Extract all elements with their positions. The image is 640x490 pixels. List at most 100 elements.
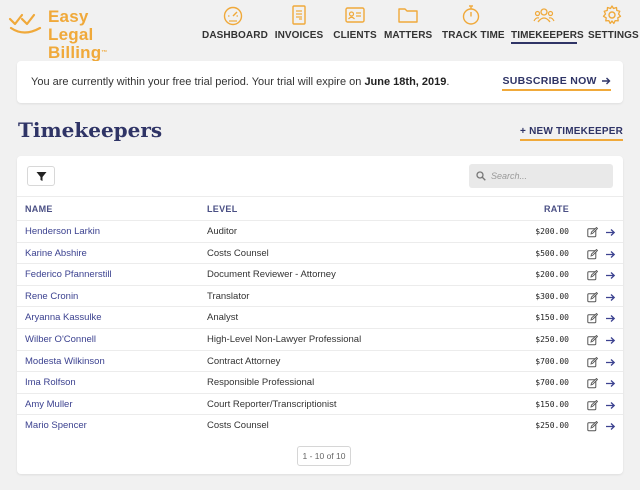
table-body: Henderson Larkin Auditor $200.00 Karine Abs… [17, 220, 623, 436]
arrow-right-icon[interactable] [605, 333, 616, 351]
arrow-right-icon[interactable] [605, 247, 616, 265]
timekeeper-name-link[interactable]: Rene Cronin [25, 291, 78, 302]
column-header-rate[interactable]: RATE [544, 204, 569, 214]
arrow-right-icon[interactable] [605, 225, 616, 243]
arrow-right-icon[interactable] [605, 398, 616, 416]
nav-clients-label: CLIENTS [333, 30, 377, 41]
arrow-right-icon[interactable] [605, 419, 616, 437]
checkmarks-logo-icon [8, 13, 42, 34]
arrow-right-icon[interactable] [605, 290, 616, 308]
new-timekeeper-label: NEW TIMEKEEPER [529, 126, 623, 137]
timekeeper-level: Court Reporter/Transcriptionist [207, 398, 337, 410]
id-card-icon [345, 7, 365, 23]
column-header-level[interactable]: LEVEL [207, 204, 238, 214]
nav-matters[interactable]: MATTERS [384, 4, 432, 48]
table-row[interactable]: Ima Rolfson Responsible Professional $700.… [17, 371, 623, 393]
edit-icon[interactable] [587, 355, 599, 373]
timekeeper-rate: $500.00 [535, 248, 569, 258]
timekeeper-rate: $250.00 [535, 421, 569, 431]
subscribe-now-link[interactable]: SUBSCRIBE NOW [502, 75, 611, 91]
app-logo[interactable]: Easy Legal Billing™ [8, 6, 118, 62]
nav-track-time-label: TRACK TIME [442, 30, 505, 41]
filter-icon [36, 172, 47, 181]
edit-icon[interactable] [587, 225, 599, 243]
nav-invoices-label: INVOICES [274, 30, 324, 41]
timekeeper-name-link[interactable]: Henderson Larkin [25, 226, 100, 237]
timekeeper-level: Translator [207, 290, 250, 302]
nav-timekeepers[interactable]: TIMEKEEPERS [511, 4, 584, 48]
timekeeper-name-link[interactable]: Modesta Wilkinson [25, 356, 105, 367]
arrow-right-icon [602, 77, 611, 85]
logo-wordmark: Easy Legal Billing™ [48, 8, 118, 62]
nav-dashboard-label: DASHBOARD [202, 30, 268, 41]
nav-timekeepers-label: TIMEKEEPERS [511, 30, 584, 44]
trial-expiry-date: June 18th, 2019 [364, 76, 447, 88]
new-timekeeper-button[interactable]: + NEW TIMEKEEPER [520, 126, 623, 141]
table-row[interactable]: Amy Muller Court Reporter/Transcriptionis… [17, 392, 623, 416]
timekeeper-name-link[interactable]: Ima Rolfson [25, 377, 76, 388]
timekeeper-name-link[interactable]: Karine Abshire [25, 248, 87, 259]
trial-message-period: . [446, 76, 450, 88]
arrow-right-icon[interactable] [605, 355, 616, 373]
timekeeper-level: Document Reviewer - Attorney [207, 269, 336, 281]
timekeeper-level: Contract Attorney [207, 355, 281, 367]
arrow-right-icon[interactable] [605, 376, 616, 394]
table-row[interactable]: Federico Pfannerstill Document Reviewer -… [17, 263, 623, 285]
edit-icon[interactable] [587, 290, 599, 308]
search-box [469, 164, 613, 188]
timekeeper-name-link[interactable]: Amy Muller [25, 399, 73, 410]
nav-matters-label: MATTERS [384, 30, 433, 41]
nav-settings[interactable]: SETTINGS [588, 4, 639, 48]
search-icon [476, 171, 486, 181]
arrow-right-icon[interactable] [605, 268, 616, 286]
timekeeper-level: Auditor [207, 226, 238, 237]
timekeeper-level: High-Level Non-Lawyer Professional [207, 333, 362, 345]
table-row[interactable]: Karine Abshire Costs Counsel $500.00 [17, 241, 623, 265]
timekeeper-rate: $150.00 [535, 399, 569, 409]
plus-icon: + [520, 126, 527, 137]
edit-icon[interactable] [587, 376, 599, 394]
logo-trademark: ™ [101, 50, 108, 56]
edit-icon[interactable] [587, 311, 599, 329]
top-header: Easy Legal Billing™ DASHBOARD INVOICES C… [0, 0, 640, 62]
table-row[interactable]: Rene Cronin Translator $300.00 [17, 284, 623, 308]
trial-banner: You are currently within your free trial… [17, 61, 623, 103]
timekeepers-card: NAME LEVEL RATE Henderson Larkin Auditor $… [17, 156, 623, 474]
table-row[interactable]: Mario Spencer Costs Counsel $250.00 [17, 414, 623, 436]
timekeeper-name-link[interactable]: Mario Spencer [25, 420, 87, 431]
timekeeper-name-link[interactable]: Aryanna Kassulke [25, 312, 102, 323]
edit-icon[interactable] [587, 247, 599, 265]
trial-message-text: You are currently within your free trial… [31, 76, 365, 88]
trial-message: You are currently within your free trial… [31, 76, 449, 88]
table-row[interactable]: Aryanna Kassulke Analyst $150.00 [17, 306, 623, 328]
search-input[interactable] [491, 167, 606, 185]
folder-icon [398, 8, 418, 23]
timekeeper-rate: $250.00 [535, 334, 569, 344]
edit-icon[interactable] [587, 398, 599, 416]
table-row[interactable]: Wilber O'Connell High-Level Non-Lawyer Pr… [17, 327, 623, 351]
filter-button[interactable] [27, 166, 55, 186]
nav-track-time[interactable]: TRACK TIME [442, 4, 505, 48]
timekeeper-level: Costs Counsel [207, 247, 269, 259]
table-header: NAME LEVEL RATE [17, 196, 623, 220]
edit-icon[interactable] [587, 333, 599, 351]
invoice-icon [292, 5, 306, 25]
timekeeper-name-link[interactable]: Federico Pfannerstill [25, 269, 112, 280]
users-icon [533, 8, 555, 23]
table-row[interactable]: Henderson Larkin Auditor $200.00 [17, 220, 623, 242]
edit-icon[interactable] [587, 268, 599, 286]
timekeeper-name-link[interactable]: Wilber O'Connell [25, 334, 96, 345]
main-nav: DASHBOARD INVOICES CLIENTS MATTERS TRACK… [200, 4, 640, 48]
table-row[interactable]: Modesta Wilkinson Contract Attorney $700.0… [17, 349, 623, 373]
edit-icon[interactable] [587, 419, 599, 437]
nav-clients[interactable]: CLIENTS [333, 4, 377, 48]
nav-invoices[interactable]: INVOICES [274, 4, 324, 48]
timekeeper-rate: $700.00 [535, 378, 569, 388]
logo-line1: Easy Legal [48, 7, 94, 44]
column-header-name[interactable]: NAME [25, 204, 53, 214]
timekeeper-rate: $700.00 [535, 356, 569, 366]
arrow-right-icon[interactable] [605, 311, 616, 329]
logo-line2: Billing [48, 43, 102, 62]
nav-dashboard[interactable]: DASHBOARD [202, 4, 268, 48]
nav-settings-label: SETTINGS [588, 30, 639, 41]
